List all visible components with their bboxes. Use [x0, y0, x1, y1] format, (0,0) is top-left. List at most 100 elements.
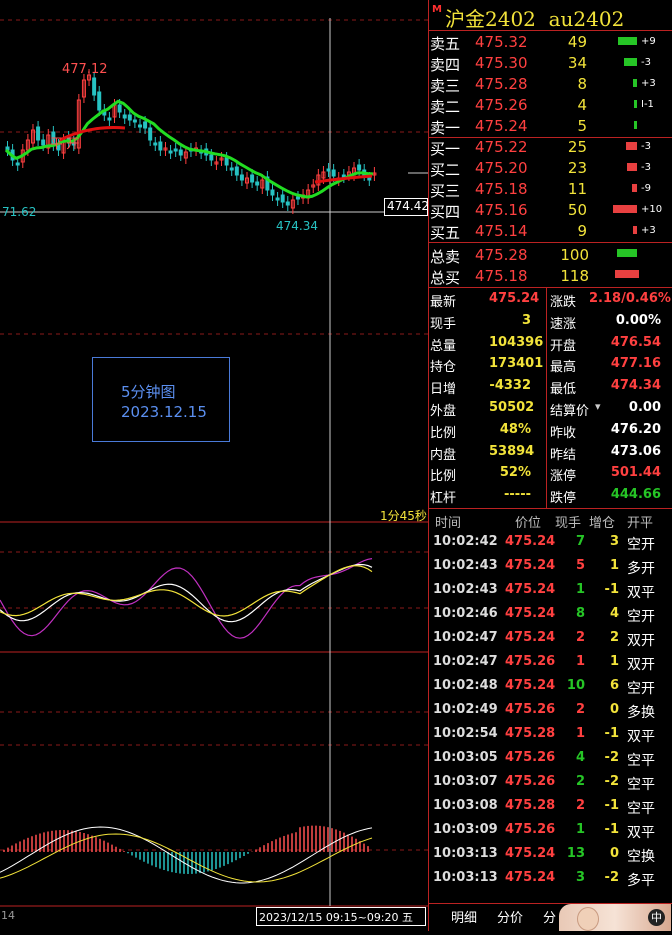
level-label: 买二	[430, 161, 461, 179]
stat-value: 444.66	[610, 487, 661, 503]
ask-level-5[interactable]: 卖五 475.32 49 +9	[429, 31, 672, 53]
level-bar	[633, 79, 637, 87]
level-change: -9	[641, 183, 651, 194]
stat-label: 跌停	[550, 491, 577, 507]
total-buy-price: 475.18	[475, 267, 528, 285]
level-change: +3	[641, 225, 656, 236]
ticks-header-oi: 增仓	[589, 516, 616, 531]
bid-level-1[interactable]: 买一 475.22 25 -3	[429, 136, 672, 158]
tick-price: 475.26	[505, 774, 556, 789]
tick-row[interactable]: 10:02:43 475.24 1 -1 双平	[429, 578, 672, 602]
level-bar	[634, 100, 637, 108]
tick-row[interactable]: 10:03:13 475.24 3 -2 多平	[429, 866, 672, 890]
axis-corner-label: 14	[1, 909, 15, 922]
level-volume: 25	[567, 138, 587, 156]
avatar[interactable]: 中	[559, 904, 671, 931]
tick-row[interactable]: 10:03:05 475.26 4 -2 空平	[429, 746, 672, 770]
total-sell-row: 总卖 475.28 100	[429, 244, 672, 266]
level-volume: 50	[567, 201, 587, 219]
level-price: 475.24	[475, 117, 528, 135]
tick-row[interactable]: 10:03:13 475.24 13 0 空换	[429, 842, 672, 866]
stats-row: 比例 52% 涨停 501.44	[429, 462, 672, 484]
tick-time: 10:02:49	[433, 702, 498, 717]
ticks-header: 时间 价位 现手 增仓 开平	[429, 509, 672, 531]
tick-row[interactable]: 10:03:08 475.28 2 -1 空平	[429, 794, 672, 818]
total-sell-bar	[617, 249, 637, 257]
ask-level-4[interactable]: 卖四 475.30 34 -3	[429, 52, 672, 74]
candle-body	[367, 177, 372, 181]
tick-volume: 2	[575, 702, 585, 717]
ask-level-1[interactable]: 卖一 475.24 5	[429, 115, 672, 137]
tick-list[interactable]: 10:02:42 475.24 7 3 空开 10:02:43 475.24 5 1 多开 10:0…	[429, 530, 672, 892]
tick-volume: 2	[575, 798, 585, 813]
tick-row[interactable]: 10:02:47 475.26 1 1 双开	[429, 650, 672, 674]
dropdown-icon[interactable]: ▾	[595, 400, 601, 413]
stat-label: 涨跌	[550, 295, 577, 310]
stat-value: 474.34	[610, 378, 661, 394]
candle-body	[224, 157, 229, 166]
candle-body	[234, 166, 239, 176]
stats-col-divider	[546, 287, 547, 508]
bid-level-4[interactable]: 买四 475.16 50 +10	[429, 199, 672, 221]
candle-body	[250, 174, 255, 183]
tick-oi: 6	[609, 678, 619, 693]
ask-level-3[interactable]: 卖三 475.28 8 +3	[429, 73, 672, 95]
level-price: 475.26	[475, 96, 528, 114]
level-label: 买一	[430, 140, 461, 158]
tab-detail[interactable]: 明细	[451, 907, 477, 929]
bid-level-5[interactable]: 买五 475.14 9 +3	[429, 220, 672, 242]
tick-row[interactable]: 10:02:43 475.24 5 1 多开	[429, 554, 672, 578]
tick-nature: 多换	[627, 705, 655, 721]
low-price-label-left: 71.62	[2, 205, 37, 219]
level-price: 475.32	[475, 33, 528, 51]
ask-level-2[interactable]: 卖二 475.26 4 I-1	[429, 94, 672, 116]
stat-value: 476.54	[610, 334, 661, 350]
tick-price: 475.26	[505, 750, 556, 765]
bid-level-2[interactable]: 买二 475.20 23 -3	[429, 157, 672, 179]
tick-volume: 1	[575, 654, 585, 669]
tick-row[interactable]: 10:02:48 475.24 10 6 空开	[429, 674, 672, 698]
level-change: -3	[641, 141, 651, 152]
tick-nature: 双开	[627, 657, 655, 673]
bid-level-3[interactable]: 买三 475.18 11 -9	[429, 178, 672, 200]
candle-body	[285, 201, 290, 206]
tick-time: 10:02:54	[433, 726, 498, 741]
tick-volume: 2	[575, 630, 585, 645]
tick-time: 10:02:48	[433, 678, 498, 693]
tick-nature: 空换	[627, 849, 655, 865]
level-change: +9	[641, 36, 656, 47]
tick-oi: -2	[604, 750, 619, 765]
tick-time: 10:03:05	[433, 750, 498, 765]
tick-row[interactable]: 10:02:46 475.24 8 4 空开	[429, 602, 672, 626]
level-bar	[626, 142, 637, 150]
tick-row[interactable]: 10:02:54 475.28 1 -1 双平	[429, 722, 672, 746]
candle-body	[158, 141, 163, 151]
low-price-label: 474.34	[276, 219, 318, 233]
candle-body	[148, 127, 153, 141]
tick-oi: -1	[604, 798, 619, 813]
tick-oi: -1	[604, 726, 619, 741]
divider-ask-bid	[428, 137, 672, 138]
tick-oi: -2	[604, 774, 619, 789]
tick-row[interactable]: 10:02:49 475.26 2 0 多换	[429, 698, 672, 722]
tick-row[interactable]: 10:03:07 475.26 2 -2 空平	[429, 770, 672, 794]
stat-label: 昨收	[550, 425, 577, 441]
tick-price: 475.26	[505, 702, 556, 717]
stat-value: -----	[504, 487, 531, 503]
level-volume: 34	[567, 54, 587, 72]
tick-row[interactable]: 10:02:47 475.24 2 2 双开	[429, 626, 672, 650]
tick-row[interactable]: 10:03:09 475.26 1 -1 双平	[429, 818, 672, 842]
level-bar	[613, 205, 637, 213]
tick-row[interactable]: 10:02:42 475.24 7 3 空开	[429, 530, 672, 554]
chart-area[interactable]: 477.12 71.62 474.34 平 开 474.42 5分钟图 2023…	[0, 0, 429, 931]
kline-chart[interactable]	[0, 0, 428, 931]
tick-volume: 10	[566, 678, 585, 693]
level-volume: 4	[577, 96, 587, 114]
tab-more[interactable]: 分	[543, 907, 556, 929]
candle-body	[168, 150, 173, 154]
stat-label: 结算价	[550, 404, 590, 419]
divider-bid-total	[428, 242, 672, 243]
total-sell-price: 475.28	[475, 246, 528, 264]
tab-price[interactable]: 分价	[497, 907, 523, 929]
tick-volume: 1	[575, 726, 585, 741]
